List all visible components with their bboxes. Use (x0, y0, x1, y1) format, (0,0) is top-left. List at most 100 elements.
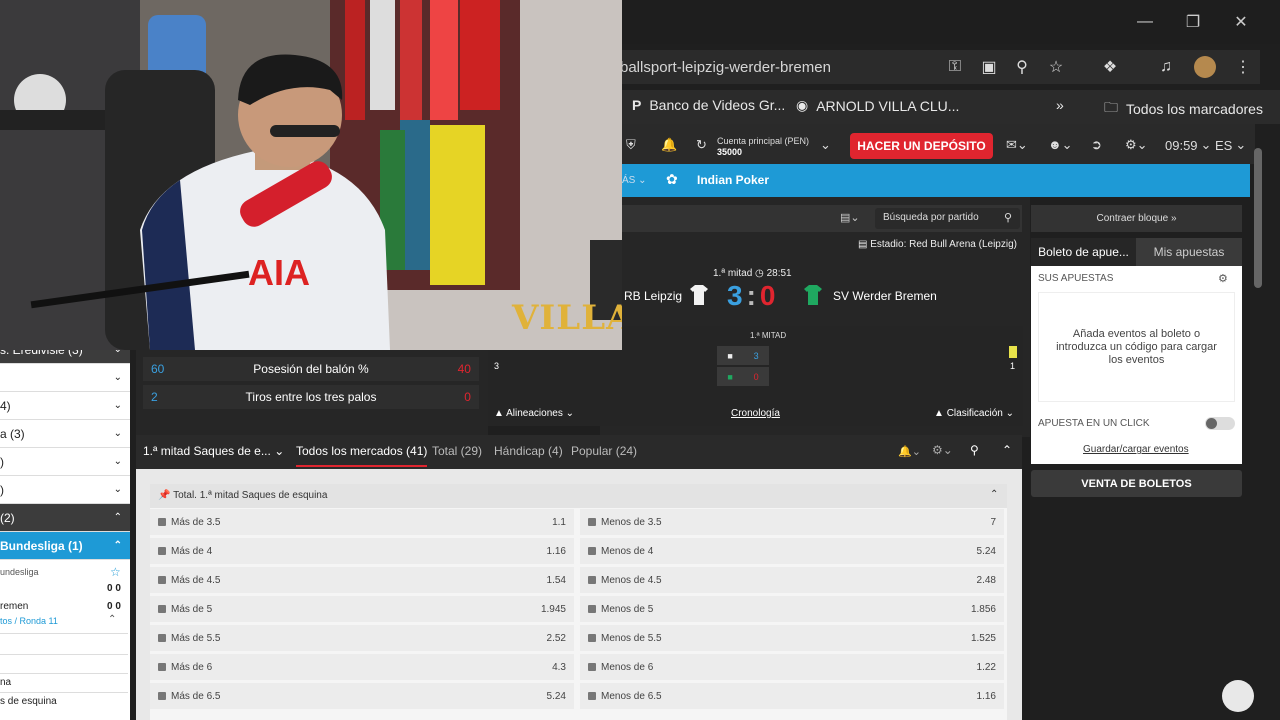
timeline-link[interactable]: Cronología (731, 408, 780, 419)
odds-cell[interactable]: Más de 4 1.16 (150, 538, 574, 564)
odds-label: Menos de 5 (601, 603, 654, 615)
settings-icon[interactable]: ⚙⌄ (1125, 137, 1148, 153)
profile-avatar[interactable] (1194, 56, 1216, 78)
sidebar-item[interactable]: 4) ⌄ (0, 392, 130, 420)
one-click-toggle[interactable] (1205, 417, 1235, 430)
collapse-icon[interactable]: ⌃ (1002, 443, 1012, 457)
tab-all-markets[interactable]: Todos los mercados (41) (296, 444, 428, 467)
odds-label: Menos de 5.5 (601, 632, 662, 644)
round-link[interactable]: tos / Ronda 11 (0, 616, 58, 626)
standings-link[interactable]: ▲ Clasificación ⌄ (934, 408, 1014, 419)
odds-cell[interactable]: Menos de 5.5 1.525 (580, 625, 1004, 651)
lock-icon (158, 547, 166, 555)
event-search-input[interactable]: Búsqueda por partido (875, 208, 1020, 229)
tab-my-bets[interactable]: Mis apuestas (1136, 238, 1242, 266)
menu-icon[interactable]: ⋮ (1232, 56, 1254, 78)
one-click-label: APUESTA EN UN CLICK (1038, 418, 1150, 429)
market-link[interactable]: na (0, 677, 11, 688)
sell-tickets-button[interactable]: VENTA DE BOLETOS (1031, 470, 1242, 497)
odds-cell[interactable]: Menos de 5 1.856 (580, 596, 1004, 622)
odds-cell[interactable]: Más de 5 1.945 (150, 596, 574, 622)
chevron-up-icon[interactable]: ⌃ (108, 614, 116, 625)
sidebar-item[interactable]: ) ⌄ (0, 448, 130, 476)
extensions-icon[interactable]: ❖ (1099, 56, 1121, 78)
odds-cell[interactable]: Más de 3.5 1.1 (150, 509, 574, 535)
lineups-link[interactable]: ▲ Alineaciones ⌄ (494, 408, 574, 419)
nav-indian-poker[interactable]: Indian Poker (697, 173, 769, 187)
clock-time[interactable]: 09:59 ⌄ (1165, 137, 1211, 153)
odds-cell[interactable]: Menos de 3.5 7 (580, 509, 1004, 535)
url-text[interactable]: ballsport-leipzig-werder-bremen (620, 59, 831, 76)
market-group-header[interactable]: 📌 Total. 1.ª mitad Saques de esquina (150, 484, 1007, 508)
bookmark-item[interactable]: ◉ ARNOLD VILLA CLU... (796, 97, 959, 114)
mail-icon[interactable]: ✉⌄ (1006, 137, 1028, 153)
half-label: 1.ª MITAD (750, 331, 787, 340)
close-icon[interactable]: ✕ (1218, 0, 1264, 44)
stadium-info: ▤ Estadio: Red Bull Arena (Leipzig) (858, 239, 1017, 250)
all-bookmarks[interactable]: 🗀 Todos los marcadores (1104, 97, 1263, 121)
tab-handicap[interactable]: Hándicap (4) (494, 444, 563, 458)
account-info[interactable]: Cuenta principal (PEN) 35000 (717, 136, 809, 158)
home-team[interactable]: RB Leipzig (624, 289, 682, 303)
refresh-icon[interactable]: ↻ (696, 137, 707, 153)
search-icon[interactable]: ⚲ (970, 443, 979, 457)
odds-value: 5.24 (546, 690, 566, 702)
tab-betslip[interactable]: Boleto de apue... (1031, 238, 1136, 266)
market-link[interactable]: s de esquina (0, 696, 57, 707)
media-icon[interactable]: ♫ (1155, 56, 1177, 78)
odds-cell[interactable]: Menos de 6 1.22 (580, 654, 1004, 680)
logout-icon[interactable]: ➲ (1091, 137, 1102, 153)
bell-icon[interactable]: 🔔⌄ (898, 445, 921, 458)
deposit-button[interactable]: HACER UN DEPÓSITO (850, 133, 993, 159)
star-icon[interactable]: ☆ (1045, 56, 1067, 78)
minimize-icon[interactable]: — (1122, 0, 1168, 44)
gear-icon[interactable]: ⚙ (1218, 272, 1228, 285)
nav-more[interactable]: ÁS ⌄ (622, 175, 647, 186)
settings-icon[interactable]: ⚙⌄ (932, 443, 953, 457)
search-icon[interactable]: ⚲ (1004, 211, 1012, 224)
sidebar-item[interactable]: ) ⌄ (0, 476, 130, 504)
tab-total[interactable]: Total (29) (432, 444, 482, 458)
odds-cell[interactable]: Menos de 4 5.24 (580, 538, 1004, 564)
more-bookmarks-icon[interactable]: » (1056, 97, 1064, 113)
away-team[interactable]: SV Werder Bremen (833, 289, 937, 303)
odds-cell[interactable]: Menos de 4.5 2.48 (580, 567, 1004, 593)
chevron-down-icon[interactable]: ⌄ (820, 137, 831, 153)
user-icon[interactable]: ☻⌄ (1048, 137, 1073, 153)
bell-icon[interactable]: 🔔 (661, 137, 677, 153)
install-icon[interactable]: ▣ (978, 56, 1000, 78)
team-name[interactable]: remen (0, 601, 28, 612)
away-shirt-icon (804, 285, 822, 305)
language-select[interactable]: ES ⌄ (1215, 137, 1246, 153)
sidebar-item[interactable]: ⌄ (0, 364, 130, 392)
odds-value: 1.16 (546, 545, 566, 557)
odds-value: 1.945 (540, 603, 566, 615)
chevron-up-icon[interactable]: ⌃ (990, 489, 998, 500)
stats-icon[interactable]: ▤⌄ (840, 211, 860, 224)
chevron-down-icon: ⌄ (113, 428, 122, 439)
scrollbar[interactable] (1254, 148, 1262, 288)
zoom-icon[interactable]: ⚲ (1011, 56, 1033, 78)
key-icon[interactable]: ⚿ (944, 56, 966, 78)
odds-cell[interactable]: Más de 6 4.3 (150, 654, 574, 680)
chat-icon[interactable] (1222, 680, 1254, 712)
odds-cell[interactable]: Menos de 6.5 1.16 (580, 683, 1004, 709)
tab-popular[interactable]: Popular (24) (571, 444, 637, 458)
sidebar-item-bundesliga[interactable]: Bundesliga (1) ⌃ (0, 532, 130, 560)
restore-icon[interactable]: ❐ (1170, 0, 1216, 44)
lock-icon (588, 547, 596, 555)
favorite-star-icon[interactable]: ☆ (110, 565, 121, 579)
market-select[interactable]: 1.ª mitad Saques de e... ⌄ (143, 444, 284, 458)
sidebar-item[interactable]: a (3) ⌄ (0, 420, 130, 448)
odds-value: 7 (990, 516, 996, 528)
odds-cell[interactable]: Más de 4.5 1.54 (150, 567, 574, 593)
sidebar-item[interactable]: (2) ⌃ (0, 504, 130, 532)
score-home: 0 0 (107, 583, 121, 594)
stadium-icon: ▤ (858, 239, 871, 250)
odds-cell[interactable]: Más de 5.5 2.52 (150, 625, 574, 651)
shield-icon[interactable]: ⛨ (626, 137, 636, 153)
collapse-block-button[interactable]: Contraer bloque » (1031, 205, 1242, 232)
save-load-link[interactable]: Guardar/cargar eventos (1083, 444, 1189, 455)
odds-cell[interactable]: Más de 6.5 5.24 (150, 683, 574, 709)
bookmark-item[interactable]: P Banco de Videos Gr... (632, 97, 785, 113)
